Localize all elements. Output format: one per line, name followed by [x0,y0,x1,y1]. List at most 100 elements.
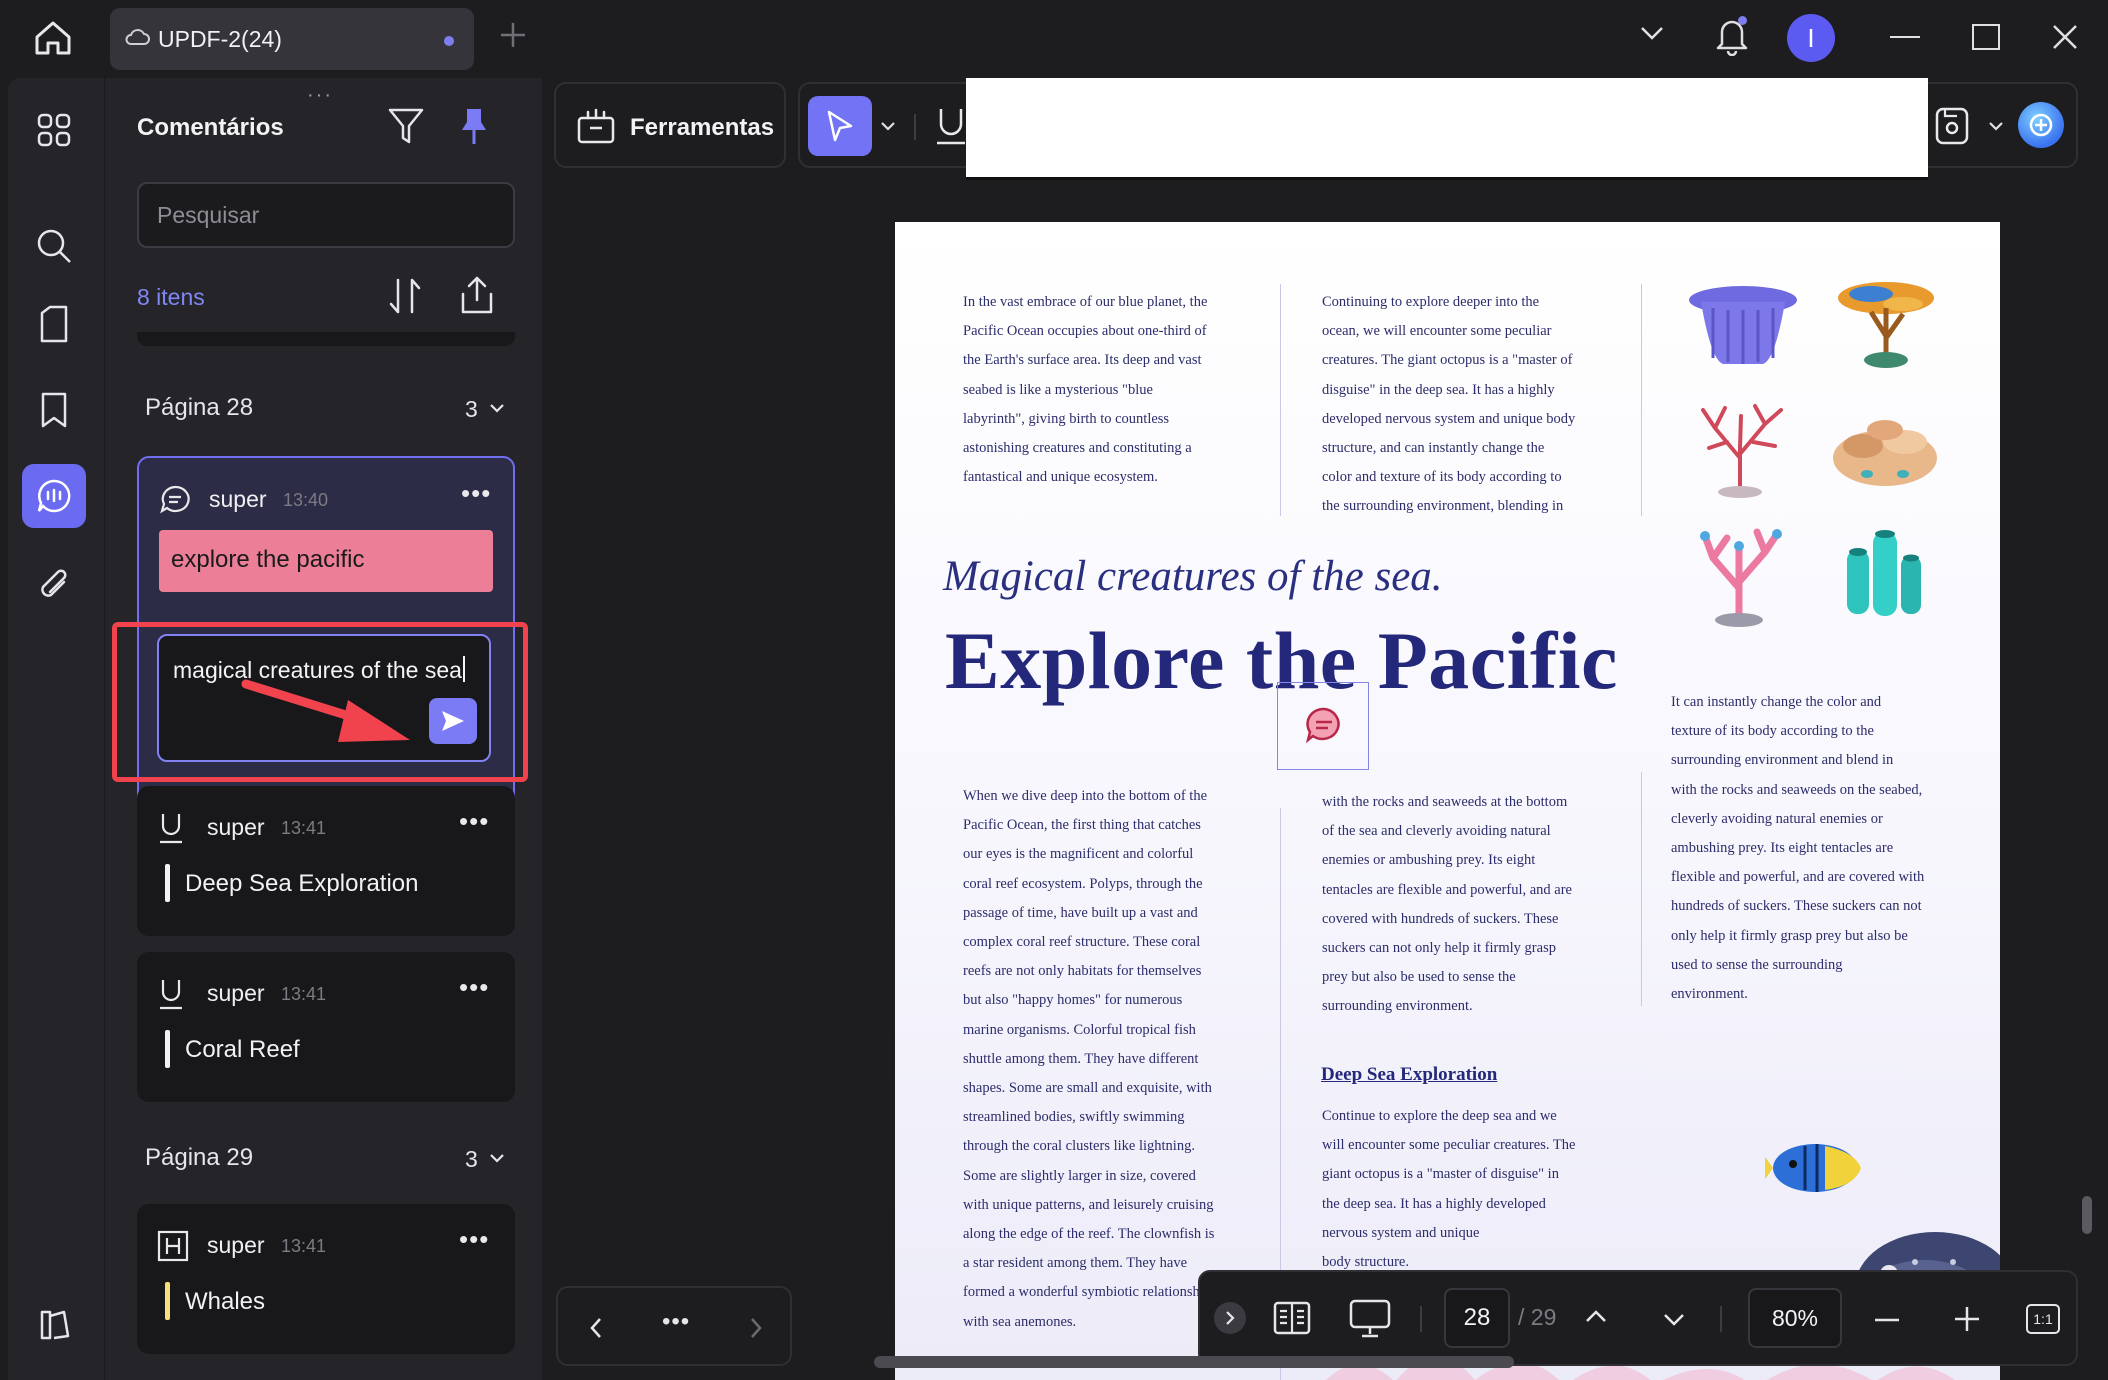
comment-card[interactable]: super 13:41 ••• Deep Sea Exploration [137,786,515,936]
chevron-down-icon[interactable] [1638,24,1666,42]
collapse-bar-button[interactable] [1214,1302,1246,1334]
home-icon [35,21,71,55]
chevron-down-icon[interactable] [880,120,896,132]
more-pages-button[interactable]: ••• [662,1308,690,1336]
rail-layers-button[interactable] [22,1292,86,1356]
mushroom-coral-illustration [1833,420,1937,486]
bookmark-icon [41,392,67,428]
underline-icon[interactable] [934,106,968,146]
thumbnails-icon [37,113,71,147]
comment-card[interactable]: super 13:41 ••• Whales [137,1204,515,1354]
minimize-button[interactable] [1890,36,1920,38]
panel-drag-handle[interactable]: ··· [307,84,333,107]
previous-page-edge [966,78,1928,180]
ai-assistant-button[interactable] [2018,102,2064,148]
cursor-icon [827,110,853,142]
search-input[interactable] [137,182,515,248]
previous-card-edge [137,332,515,346]
attachment-icon [41,569,67,597]
zoom-out-icon[interactable] [1874,1318,1900,1322]
col3-mid-text: It can instantly change the color and tex… [1671,694,1925,1003]
rail-pages-button[interactable] [22,292,86,356]
cloud-icon [125,29,150,45]
color-bar [165,864,170,902]
toolbar-separator [1720,1306,1722,1332]
comment-text: Deep Sea Exploration [185,870,419,897]
avatar[interactable]: I [1787,14,1835,62]
chevron-down-icon[interactable] [1662,1312,1686,1328]
vertical-scrollbar[interactable] [2082,1196,2092,1234]
pink-blue-coral-illustration [1700,528,1782,627]
comment-text: Coral Reef [185,1036,300,1063]
items-count: 8 itens [137,284,205,310]
reply-text: magical creatures of the sea [173,656,465,684]
panel-title: Comentários [137,114,284,141]
rail-thumbnails-button[interactable] [22,98,86,162]
page-group-label[interactable]: Página 28 [145,394,253,422]
column-rule [1641,284,1642,516]
reading-mode-icon[interactable] [1272,1298,1312,1338]
more-options-button[interactable]: ••• [461,478,491,509]
zoom-level[interactable]: 80% [1748,1288,1842,1348]
underline-icon [160,814,182,844]
comment-marker-icon [1305,707,1340,744]
pages-icon [40,305,68,343]
chevron-down-icon[interactable] [489,1152,505,1164]
comment-time: 13:40 [283,490,329,510]
send-button[interactable] [429,698,477,744]
view-controls-bar: 28 / 29 80% 1:1 [1198,1270,2078,1366]
rail-attachments-button[interactable] [22,552,86,616]
column-rule [1641,772,1642,1006]
tools-label: Ferramentas [630,114,775,141]
chevron-right-icon[interactable] [748,1316,764,1340]
maximize-button[interactable] [1972,24,2000,50]
chevron-down-icon[interactable] [1988,120,2004,132]
horizontal-scrollbar[interactable] [874,1356,1514,1368]
reply-input[interactable]: magical creatures of the sea [157,634,491,762]
color-bar [165,1030,170,1068]
close-icon[interactable] [2050,22,2080,52]
chevron-up-icon[interactable] [1584,1308,1608,1324]
page-group-count: 3 [465,396,478,422]
save-icon[interactable] [1934,106,1970,146]
document-tab-title: UPDF-2(24) [158,26,282,52]
filter-icon[interactable] [387,106,425,146]
orange-coral-illustration [1838,282,1934,368]
comment-time: 13:41 [281,818,327,838]
home-button[interactable] [28,16,78,60]
unsaved-dot [444,36,454,46]
comment-marker[interactable] [1277,682,1369,770]
export-icon[interactable] [457,274,497,316]
rail-search-button[interactable] [22,214,86,278]
sort-icon[interactable] [387,276,423,316]
total-pages: / 29 [1518,1304,1557,1330]
comment-text: Whales [185,1288,266,1315]
left-rail [8,78,104,1380]
pin-icon[interactable] [459,106,489,146]
comment-card[interactable]: super 13:41 ••• Coral Reef [137,952,515,1102]
select-tool-button[interactable] [808,96,872,156]
current-page-input[interactable]: 28 [1444,1288,1510,1348]
chevron-down-icon[interactable] [489,402,505,414]
rail-bookmarks-button[interactable] [22,378,86,442]
notification-dot [1738,16,1747,25]
actual-size-button[interactable]: 1:1 [2026,1304,2060,1334]
more-options-button[interactable]: ••• [459,972,489,1003]
zoom-in-icon[interactable] [1954,1306,1980,1332]
tools-button[interactable]: Ferramentas [554,82,786,168]
butterflyfish-illustration [1765,1144,1861,1192]
rail-comments-button[interactable] [22,464,86,528]
page-group-label[interactable]: Página 29 [145,1144,253,1172]
document-subtitle: Magical creatures of the sea. [943,553,1443,600]
pdf-page[interactable]: In the vast embrace of our blue planet, … [895,222,2000,1380]
new-tab-icon[interactable] [498,20,528,50]
more-options-button[interactable]: ••• [459,806,489,837]
presentation-icon[interactable] [1348,1298,1392,1338]
red-fan-coral-illustration [1701,404,1783,498]
chevron-left-icon[interactable] [588,1316,604,1340]
document-tab[interactable]: UPDF-2(24) [110,8,474,70]
more-options-button[interactable]: ••• [459,1224,489,1255]
section-heading: Deep Sea Exploration [1321,1064,1498,1085]
chevron-right-icon [1226,1311,1235,1325]
anemone-illustration [1689,286,1797,364]
